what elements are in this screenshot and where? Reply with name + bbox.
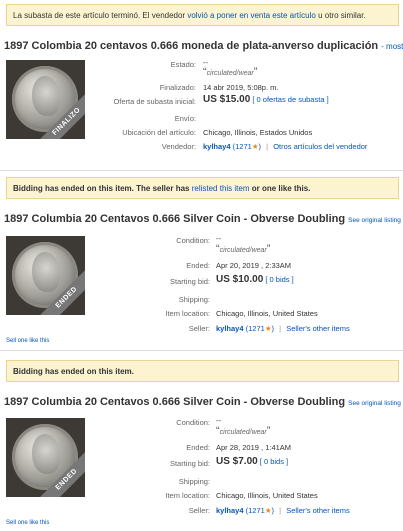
seller-label: Seller: [188, 324, 210, 333]
starting-bid-label: Starting bid: [169, 459, 210, 468]
bid-count-link[interactable]: [ 0 bids ] [265, 275, 293, 284]
starting-bid: US $10.00 [ 0 bids ] [216, 274, 294, 285]
location-label: Item location: [165, 309, 210, 318]
seller-name-link[interactable]: kylhay4 [216, 506, 244, 515]
listing-title-text: 1897 Colombia 20 centavos 0.666 moneda d… [4, 40, 379, 52]
listing-title: 1897 Colombia 20 centavos 0.666 moneda d… [4, 40, 403, 52]
condition-dash: -- [216, 234, 221, 243]
listing-title: 1897 Columbia 20 Centavos 0.666 Silver C… [4, 213, 401, 225]
star-icon: ★ [264, 324, 272, 333]
condition-label: Condition: [176, 418, 210, 427]
condition-value: “circulated/wear” [203, 66, 258, 78]
location-value: Chicago, Illinois, Estados Unidos [203, 128, 313, 137]
condition-value: “circulated/wear” [216, 425, 271, 437]
listing-title: 1897 Columbia 20 Centavos 0.666 Silver C… [4, 396, 401, 408]
condition-label: Condition: [176, 236, 210, 245]
seller-other-items-link[interactable]: Seller's other items [286, 506, 350, 515]
shipping-label: Shipping: [178, 477, 210, 486]
seller-info: kylhay4 (1271★) | Seller's other items [216, 324, 350, 333]
seller-other-items-link[interactable]: Seller's other items [286, 324, 350, 333]
seller-info: kylhay4 (1271★) | Otros artículos del ve… [203, 142, 368, 151]
sell-one-like-this-link[interactable]: Sell one like this [6, 520, 49, 526]
banner-text: Bidding has ended on this item. [13, 367, 134, 376]
bid-count-link[interactable]: [ 0 ofertas de subasta ] [252, 95, 328, 104]
bid-count-link[interactable]: [ 0 bids ] [260, 457, 288, 466]
condition-label: Estado: [170, 60, 196, 69]
banner-tail: u otro similar. [315, 11, 366, 20]
see-original-listing-link[interactable]: See original listing [348, 400, 401, 407]
see-original-listing-link[interactable]: See original listing [348, 217, 401, 224]
item-thumbnail[interactable]: FINALIZO [6, 60, 85, 139]
ended-banner: Bidding has ended on this item. [6, 360, 399, 382]
star-icon: ★ [264, 506, 272, 515]
divider [0, 350, 403, 351]
ended-label: Finalizado: [159, 83, 196, 92]
starting-bid: US $15.00 [ 0 ofertas de subasta ] [203, 94, 329, 105]
seller-score[interactable]: (1271 [233, 142, 252, 151]
ended-banner: La subasta de este artículo terminó. El … [6, 4, 399, 26]
seller-label: Seller: [188, 506, 210, 515]
ended-banner: Bidding has ended on this item. The sell… [6, 177, 399, 199]
ended-value: Apr 28, 2019 , 1:41AM [216, 443, 292, 452]
banner-tail: or one like this. [249, 184, 311, 193]
seller-other-items-link[interactable]: Otros artículos del vendedor [273, 142, 367, 151]
condition-value: “circulated/wear” [216, 243, 271, 255]
shipping-label: Envío: [174, 114, 196, 123]
seller-name-link[interactable]: kylhay4 [216, 324, 244, 333]
banner-text: Bidding has ended on this item. The sell… [13, 184, 192, 193]
ended-label: Ended: [186, 443, 210, 452]
divider [0, 170, 403, 171]
ended-value: Apr 20, 2019 , 2:33AM [216, 261, 292, 270]
item-thumbnail[interactable]: ENDED [6, 236, 85, 315]
listing-title-text: 1897 Columbia 20 Centavos 0.666 Silver C… [4, 396, 346, 408]
seller-score[interactable]: (1271 [246, 506, 265, 515]
shipping-label: Shipping: [178, 295, 210, 304]
seller-info: kylhay4 (1271★) | Seller's other items [216, 506, 350, 515]
location-label: Ubicación del artículo: [122, 128, 196, 137]
seller-label: Vendedor: [161, 142, 196, 151]
star-icon: ★ [251, 142, 259, 151]
bid-price: US $10.00 [216, 274, 264, 285]
listing-title-text: 1897 Columbia 20 Centavos 0.666 Silver C… [4, 213, 346, 225]
condition-dash: -- [216, 416, 221, 425]
bid-price: US $15.00 [203, 94, 251, 105]
sell-one-like-this-link[interactable]: Sell one like this [6, 338, 49, 344]
starting-bid-label: Oferta de subasta inicial: [113, 97, 196, 106]
seller-name-link[interactable]: kylhay4 [203, 142, 231, 151]
starting-bid: US $7.00 [ 0 bids ] [216, 456, 288, 467]
starting-bid-label: Starting bid: [169, 277, 210, 286]
seller-score[interactable]: (1271 [246, 324, 265, 333]
ended-value: 14 abr 2019, 5:08p. m. [203, 83, 279, 92]
location-value: Chicago, Illinois, United States [216, 491, 318, 500]
location-value: Chicago, Illinois, United States [216, 309, 318, 318]
ended-label: Ended: [186, 261, 210, 270]
item-thumbnail[interactable]: ENDED [6, 418, 85, 497]
bid-price: US $7.00 [216, 456, 258, 467]
show-title-link[interactable]: - mostrar tít [381, 42, 403, 51]
relist-link[interactable]: volvió a poner en venta este artículo [187, 11, 316, 20]
relist-link[interactable]: relisted this item [192, 184, 250, 193]
location-label: Item location: [165, 491, 210, 500]
banner-text: La subasta de este artículo terminó. El … [13, 11, 188, 20]
